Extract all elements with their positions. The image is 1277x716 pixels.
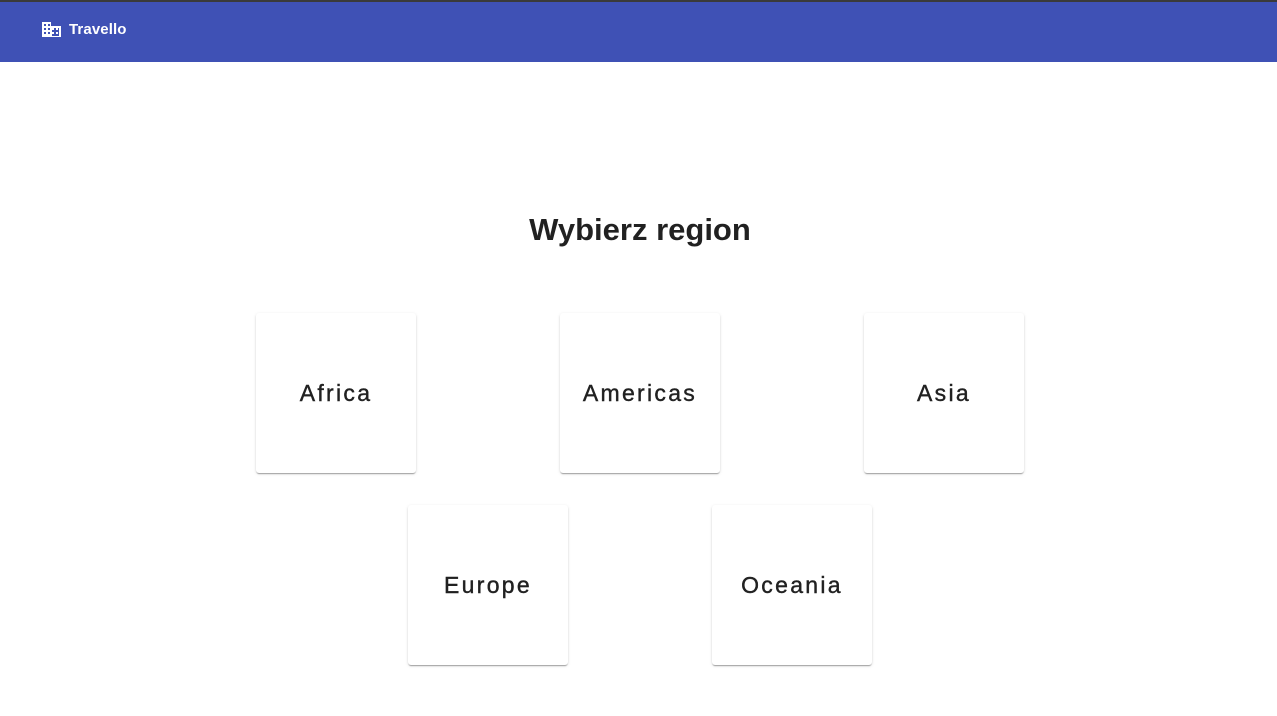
brand-home-link[interactable]: Travello	[41, 21, 127, 38]
region-card-europe[interactable]: Europe	[408, 505, 568, 665]
brand-name: Travello	[69, 21, 127, 38]
business-building-icon	[41, 21, 62, 38]
region-card-label: Europe	[444, 571, 532, 598]
region-card-label: Africa	[299, 379, 373, 406]
region-card-oceania[interactable]: Oceania	[712, 505, 872, 665]
region-card-label: Americas	[582, 379, 698, 406]
region-card-africa[interactable]: Africa	[256, 313, 416, 473]
region-card-label: Oceania	[741, 571, 843, 598]
region-card-asia[interactable]: Asia	[864, 313, 1024, 473]
region-card-americas[interactable]: Americas	[560, 313, 720, 473]
region-card-label: Asia	[917, 379, 971, 406]
app-toolbar: Travello	[0, 2, 1277, 62]
page-title: Wybierz region	[529, 212, 751, 247]
